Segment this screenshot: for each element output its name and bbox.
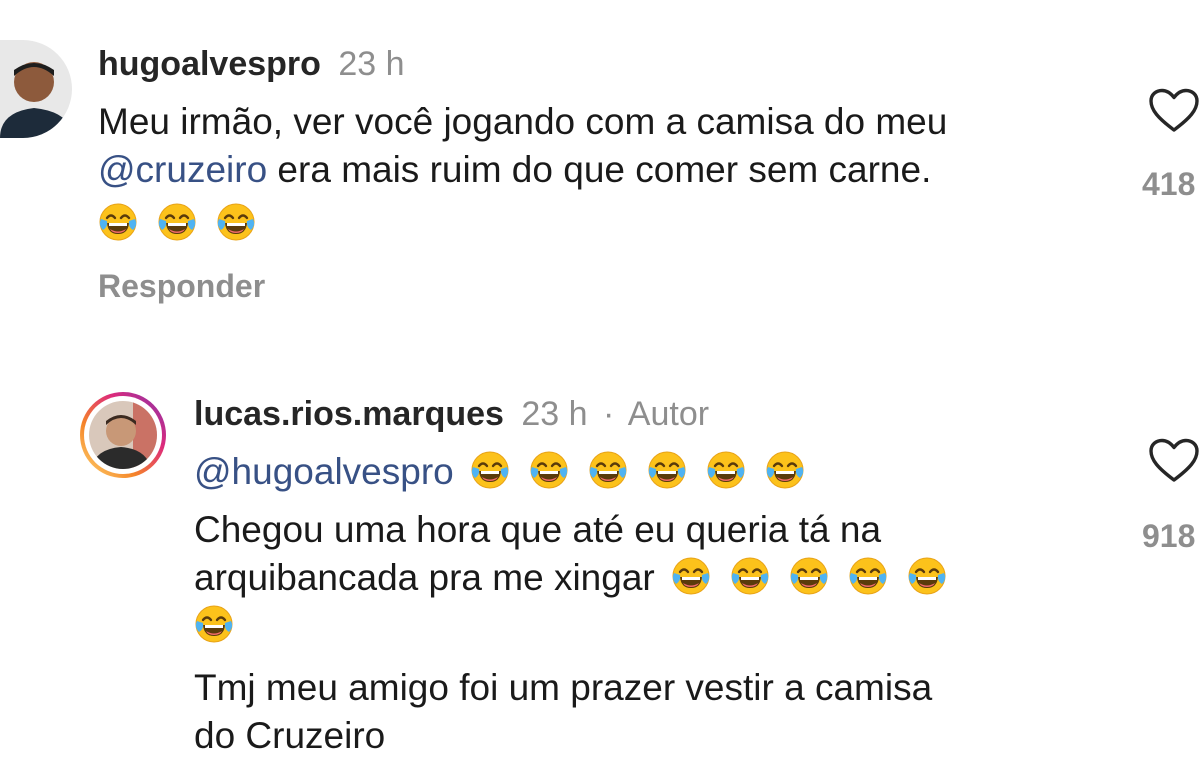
mention-link[interactable]: @hugoalvespro xyxy=(194,451,454,492)
laughing-emoji-icon xyxy=(470,450,510,490)
comment-text: @hugoalvespro Chegou uma hora que até eu… xyxy=(194,448,1124,760)
comment-line: Tmj meu amigo foi um prazer vestir a cam… xyxy=(194,667,933,708)
laughing-emoji-icon xyxy=(765,450,805,490)
avatar xyxy=(89,401,157,469)
comment-header: lucas.rios.marques 23 h · Autor xyxy=(194,394,709,434)
laughing-emoji-icon xyxy=(529,450,569,490)
laughing-emoji-icon xyxy=(216,202,256,242)
laughing-emoji-icon xyxy=(907,556,947,596)
author-badge: Autor xyxy=(627,395,710,433)
timestamp: 23 h xyxy=(338,45,405,83)
comment-line-text: arquibancada pra me xingar xyxy=(194,557,655,598)
reply-button[interactable]: Responder xyxy=(98,268,265,305)
avatar-story-ring[interactable] xyxy=(80,392,166,478)
comment-line: do Cruzeiro xyxy=(194,715,386,756)
comment-line: @cruzeiro era mais ruim do que comer sem… xyxy=(98,146,1118,194)
mention-link[interactable]: @cruzeiro xyxy=(98,149,267,190)
comment-line: arquibancada pra me xingar xyxy=(194,554,1124,602)
timestamp: 23 h xyxy=(521,395,588,433)
emoji-row xyxy=(98,200,1118,248)
laughing-emoji-icon xyxy=(647,450,687,490)
username[interactable]: hugoalvespro xyxy=(98,45,321,83)
emoji-row xyxy=(194,602,1124,650)
avatar[interactable] xyxy=(0,40,72,138)
comment-line: Chegou uma hora que até eu queria tá na xyxy=(194,509,882,550)
laughing-emoji-icon xyxy=(588,450,628,490)
laughing-emoji-icon xyxy=(789,556,829,596)
laughing-emoji-icon xyxy=(671,556,711,596)
comment-text: Meu irmão, ver você jogando com a camisa… xyxy=(98,98,1118,248)
heart-outline-icon[interactable] xyxy=(1148,438,1200,484)
laughing-emoji-icon xyxy=(706,450,746,490)
laughing-emoji-icon xyxy=(98,202,138,242)
comment-line: @hugoalvespro xyxy=(194,448,1124,496)
comment-line: Meu irmão, ver você jogando com a camisa… xyxy=(98,101,948,142)
laughing-emoji-icon xyxy=(730,556,770,596)
like-count: 918 xyxy=(1142,518,1196,554)
like-count: 418 xyxy=(1142,166,1196,202)
username[interactable]: lucas.rios.marques xyxy=(194,395,504,433)
comment-header: hugoalvespro 23 h xyxy=(98,44,405,84)
laughing-emoji-icon xyxy=(194,604,234,644)
separator-dot: · xyxy=(603,395,615,433)
laughing-emoji-icon xyxy=(157,202,197,242)
comment-line-rest: era mais ruim do que comer sem carne. xyxy=(267,149,932,190)
comments-screen: hugoalvespro 23 h Meu irmão, ver você jo… xyxy=(0,0,1200,765)
heart-outline-icon[interactable] xyxy=(1148,88,1200,134)
laughing-emoji-icon xyxy=(848,556,888,596)
